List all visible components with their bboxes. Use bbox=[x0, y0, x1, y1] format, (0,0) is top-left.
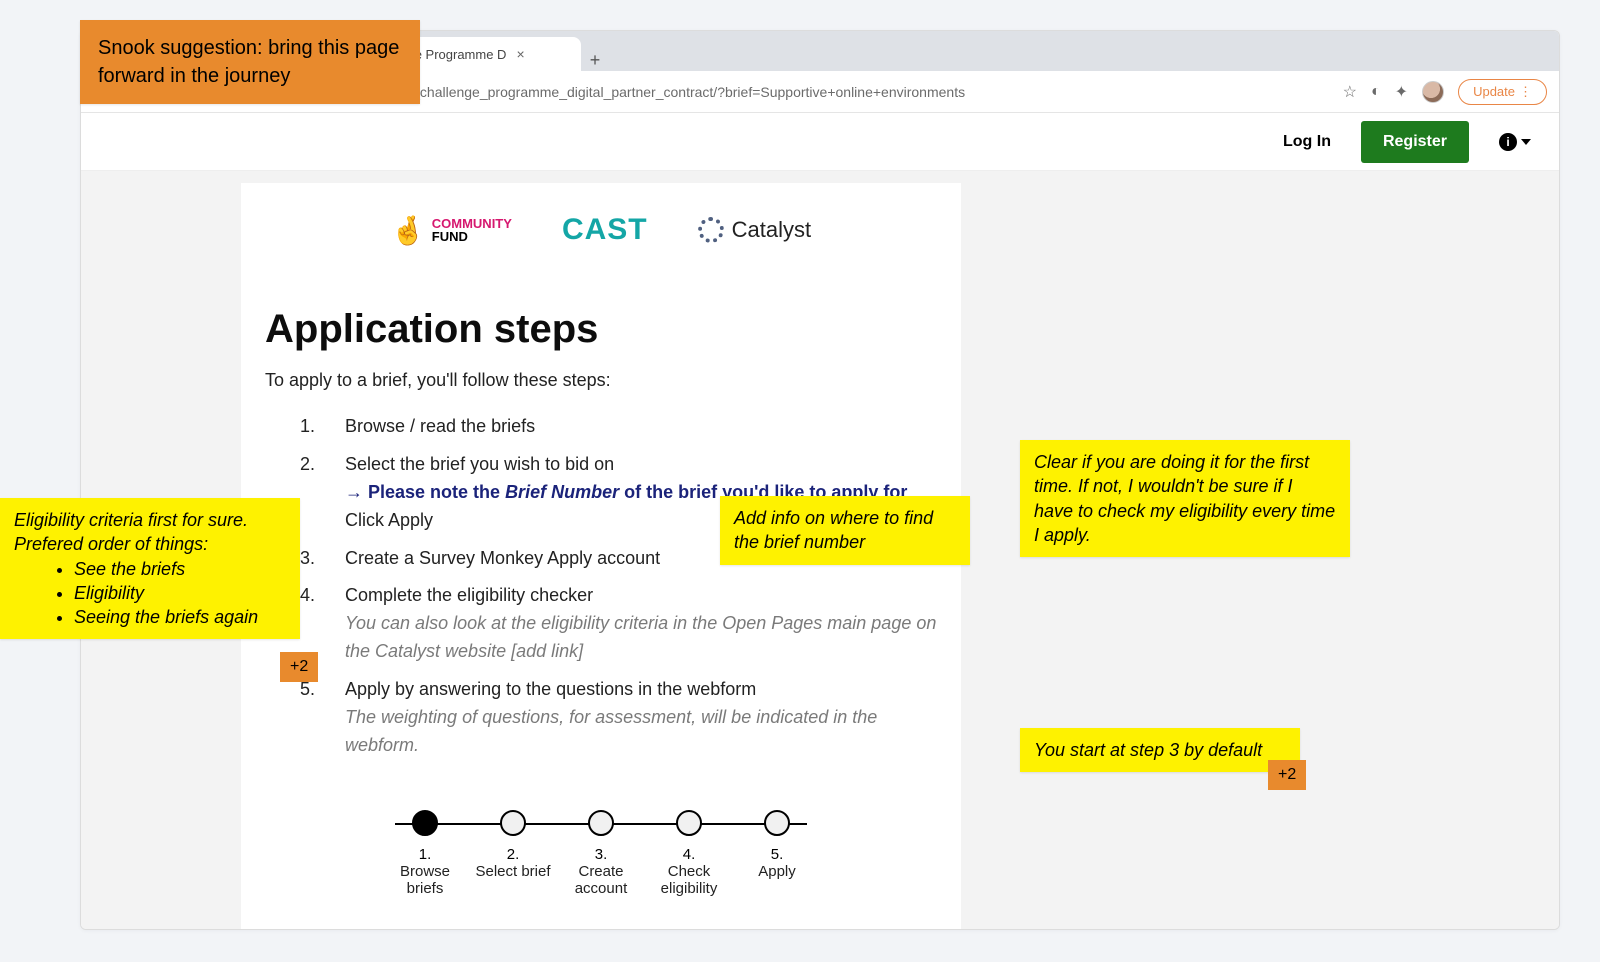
catalyst-label: Catalyst bbox=[732, 217, 811, 243]
intro-text: To apply to a brief, you'll follow these… bbox=[265, 370, 937, 391]
step-number: 5. bbox=[295, 676, 315, 760]
extensions-icon[interactable]: ✦ bbox=[1395, 82, 1408, 102]
annotation-yellow-right-top: Clear if you are doing it for the first … bbox=[1020, 440, 1350, 557]
site-header: Log In Register i bbox=[81, 113, 1559, 171]
progress-label: Browse briefs bbox=[381, 863, 469, 897]
step-italic: You can also look at the eligibility cri… bbox=[345, 613, 936, 661]
progress-label: Select brief bbox=[475, 863, 550, 880]
step-text: Complete the eligibility checker You can… bbox=[345, 582, 937, 666]
progress-node: 3.Create account bbox=[557, 810, 645, 897]
page-title: Application steps bbox=[265, 307, 937, 352]
step-text: Browse / read the briefs bbox=[345, 413, 937, 441]
progress-dot bbox=[676, 810, 702, 836]
close-icon[interactable]: × bbox=[516, 46, 524, 62]
annotation-line: Prefered order of things: bbox=[14, 532, 286, 556]
annotation-line: Eligibility criteria first for sure. bbox=[14, 508, 286, 532]
update-label: Update bbox=[1473, 84, 1515, 99]
progress-node: 1.Browse briefs bbox=[381, 810, 469, 897]
progress-number: 3. bbox=[595, 846, 608, 863]
catalyst-swirl-icon bbox=[698, 217, 724, 243]
annotation-bullet: Seeing the briefs again bbox=[74, 605, 286, 629]
address-bar-icons: ☆ ◐ ✦ Update ⋮ bbox=[1343, 79, 1547, 105]
progress-dot bbox=[500, 810, 526, 836]
annotation-badge-right: +2 bbox=[1268, 760, 1306, 790]
annotation-bullet: Eligibility bbox=[74, 581, 286, 605]
progress-label: Create account bbox=[557, 863, 645, 897]
step-subtext: Click Apply bbox=[345, 510, 433, 530]
step-item: 5. Apply by answering to the questions i… bbox=[295, 676, 937, 760]
step-item: 1. Browse / read the briefs bbox=[295, 413, 937, 441]
url-field[interactable]: ector_challenge_programme_digital_partne… bbox=[381, 84, 1329, 100]
kebab-icon: ⋮ bbox=[1519, 84, 1532, 100]
new-tab-button[interactable]: + bbox=[581, 50, 609, 71]
steps-list: 1. Browse / read the briefs 2. Select th… bbox=[265, 413, 937, 760]
update-button[interactable]: Update ⋮ bbox=[1458, 79, 1547, 105]
progress-number: 4. bbox=[683, 846, 696, 863]
progress-node: 2.Select brief bbox=[469, 810, 557, 897]
progress-dot bbox=[588, 810, 614, 836]
profile-avatar[interactable] bbox=[1422, 81, 1444, 103]
register-button[interactable]: Register bbox=[1361, 121, 1469, 163]
progress-tracker: 1.Browse briefs2.Select brief3.Create ac… bbox=[265, 810, 937, 897]
cast-logo: CAST bbox=[562, 213, 648, 247]
catalyst-logo: Catalyst bbox=[698, 217, 811, 243]
chevron-down-icon bbox=[1521, 139, 1531, 145]
step-item: 4. Complete the eligibility checker You … bbox=[295, 582, 937, 666]
info-dropdown[interactable]: i bbox=[1499, 133, 1531, 151]
step-number: 1. bbox=[295, 413, 315, 441]
logo-row: 🤞 COMMUNITY FUND CAST Catalyst bbox=[265, 213, 937, 247]
crossed-fingers-icon: 🤞 bbox=[391, 214, 426, 247]
progress-label: Apply bbox=[758, 863, 796, 880]
progress-node: 5.Apply bbox=[733, 810, 821, 897]
annotation-yellow-mid: Add info on where to find the brief numb… bbox=[720, 496, 970, 565]
star-icon[interactable]: ☆ bbox=[1343, 82, 1357, 102]
progress-number: 5. bbox=[771, 846, 784, 863]
moon-icon[interactable]: ◐ bbox=[1371, 83, 1381, 101]
annotation-yellow-left: Eligibility criteria first for sure. Pre… bbox=[0, 498, 300, 639]
progress-dot bbox=[764, 810, 790, 836]
progress-number: 2. bbox=[507, 846, 520, 863]
progress-dot bbox=[412, 810, 438, 836]
progress-number: 1. bbox=[419, 846, 432, 863]
step-italic: The weighting of questions, for assessme… bbox=[345, 707, 877, 755]
annotation-orange-top: Snook suggestion: bring this page forwar… bbox=[80, 20, 420, 104]
cf-logo-bottom: FUND bbox=[432, 229, 468, 244]
annotation-bullet: See the briefs bbox=[74, 557, 286, 581]
login-link[interactable]: Log In bbox=[1283, 133, 1331, 151]
step-text: Apply by answering to the questions in t… bbox=[345, 676, 937, 760]
info-icon: i bbox=[1499, 133, 1517, 151]
annotation-badge-left: +2 bbox=[280, 652, 318, 682]
progress-label: Check eligibility bbox=[645, 863, 733, 897]
community-fund-logo: 🤞 COMMUNITY FUND bbox=[391, 214, 512, 247]
annotation-yellow-right-bottom: You start at step 3 by default bbox=[1020, 728, 1300, 772]
progress-node: 4.Check eligibility bbox=[645, 810, 733, 897]
